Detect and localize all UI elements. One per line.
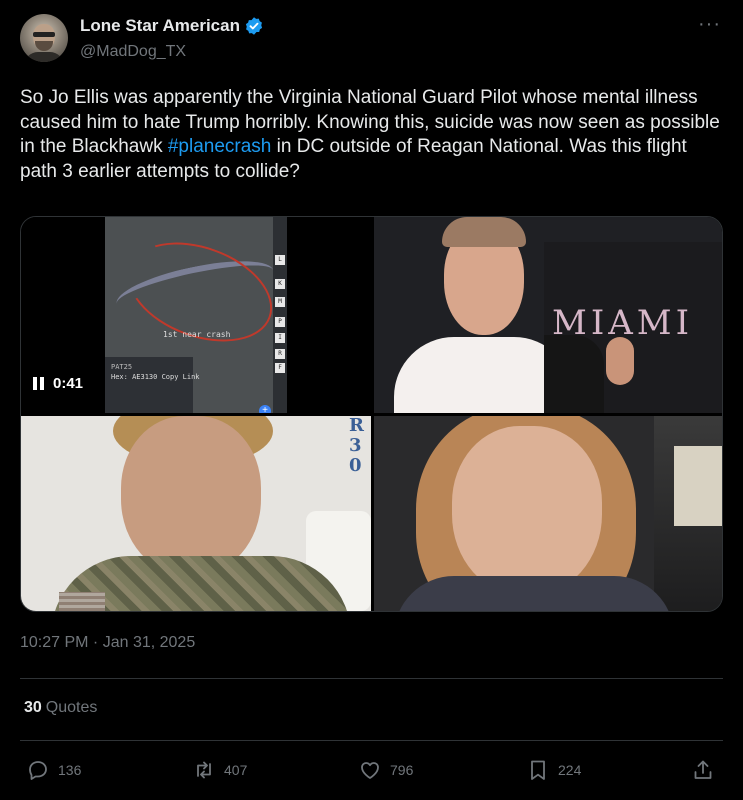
- repost-button[interactable]: 407: [192, 758, 247, 782]
- tweet-text: So Jo Ellis was apparently the Virginia …: [20, 86, 724, 184]
- avatar[interactable]: [20, 14, 68, 62]
- reply-button[interactable]: 136: [26, 758, 81, 782]
- divider: [20, 678, 723, 679]
- heart-icon: [361, 762, 379, 779]
- map-annotation: 1st near crash: [163, 330, 231, 339]
- thumbs-up-hand: [606, 337, 634, 385]
- photo-woman-uniform[interactable]: R 3 0: [21, 416, 371, 611]
- photo-woman-car[interactable]: [374, 416, 722, 611]
- like-button[interactable]: 796: [358, 758, 413, 782]
- share-icon: [694, 760, 712, 779]
- media-grid: L K M P I R F 1st near crash PAT25 Hex: …: [20, 216, 723, 612]
- bookmark-icon: [531, 760, 545, 780]
- more-options-icon[interactable]: ···: [698, 14, 721, 34]
- bookmark-button[interactable]: 224: [526, 758, 581, 782]
- wall-sign: R 3 0: [349, 416, 364, 476]
- reply-icon: [29, 761, 47, 780]
- repost-count: 407: [224, 762, 248, 778]
- display-name[interactable]: Lone Star American: [80, 16, 240, 36]
- tweet-header: Lone Star American @MadDog_TX ···: [20, 14, 727, 66]
- divider: [20, 740, 723, 741]
- pause-icon[interactable]: [33, 377, 45, 390]
- author-handle[interactable]: @MadDog_TX: [80, 43, 186, 61]
- hashtag-link[interactable]: #planecrash: [168, 136, 272, 157]
- video-time: 0:41: [53, 375, 84, 392]
- action-bar: 136 407 796 224: [20, 756, 723, 786]
- tweet-timestamp[interactable]: 10:27 PM · Jan 31, 2025: [20, 634, 195, 652]
- photo-man-miami[interactable]: MIAMI: [374, 217, 722, 413]
- zoom-in-icon: +: [259, 405, 271, 413]
- video-timer[interactable]: 0:41: [33, 375, 83, 392]
- like-count: 796: [390, 762, 414, 778]
- video-thumbnail[interactable]: L K M P I R F 1st near crash PAT25 Hex: …: [21, 217, 371, 413]
- reply-count: 136: [58, 762, 82, 778]
- bookmark-count: 224: [558, 762, 582, 778]
- repost-icon: [197, 761, 211, 779]
- verified-badge-icon: [245, 17, 263, 35]
- quotes-count[interactable]: 30 Quotes: [24, 699, 97, 717]
- author-name-row[interactable]: Lone Star American: [80, 16, 264, 36]
- share-button[interactable]: [691, 758, 715, 782]
- flight-info-box: PAT25 Hex: AE3130 Copy Link: [105, 357, 200, 413]
- flag-patch: [59, 592, 105, 611]
